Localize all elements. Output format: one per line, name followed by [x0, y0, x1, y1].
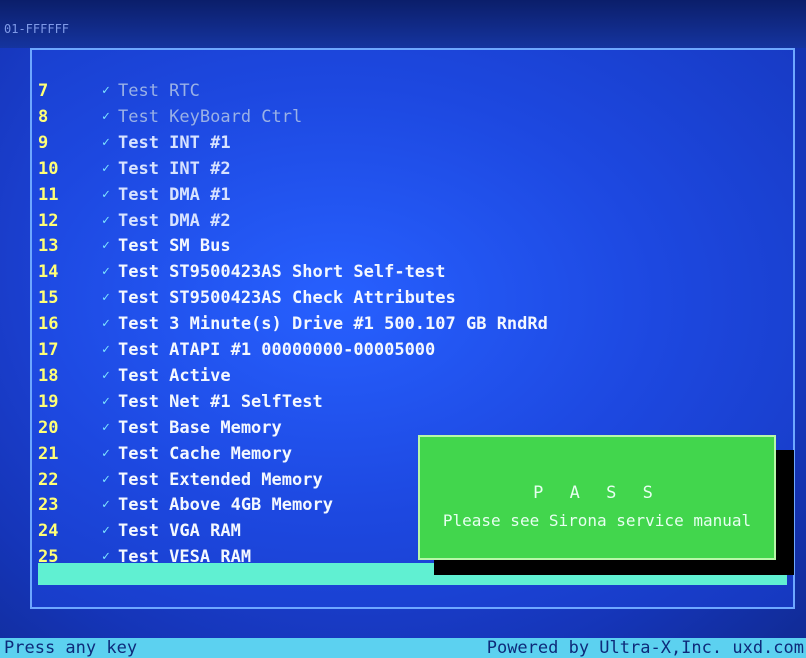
top-bar: 01-FFFFFF: [0, 0, 806, 48]
pass-message: Please see Sirona service manual: [442, 511, 752, 530]
test-number: 14: [38, 262, 59, 283]
checkmark-icon: ✓: [102, 523, 110, 539]
test-row: 15 ✓ Test ST9500423AS Check Attributes: [32, 285, 592, 311]
test-number: 22: [38, 469, 59, 490]
test-number: 11: [38, 184, 59, 205]
test-row: 19 ✓ Test Net #1 SelfTest: [32, 389, 592, 415]
test-label: Test ST9500423AS Check Attributes: [118, 288, 456, 309]
test-row: 17 ✓ Test ATAPI #1 00000000-00005000: [32, 337, 592, 363]
screen-frame: 01-FFFFFF 7 ✓ Test RTC 8 ✓ Test KeyBoard Ctrl…: [0, 0, 806, 658]
test-number: 18: [38, 365, 59, 386]
test-number: 20: [38, 417, 59, 438]
test-row: 9 ✓ Test INT #1: [32, 130, 592, 156]
test-label: Test RTC: [118, 81, 200, 101]
checkmark-icon: ✓: [102, 134, 110, 150]
test-label: Test INT #2: [118, 158, 231, 179]
test-label: Test SM Bus: [118, 236, 231, 257]
test-label: Test VGA RAM: [118, 521, 241, 542]
test-number: 21: [38, 443, 59, 464]
test-row: 13 ✓ Test SM Bus: [32, 233, 592, 259]
test-number: 23: [38, 495, 59, 516]
test-label: Test ATAPI #1 00000000-00005000: [118, 340, 436, 360]
checkmark-icon: ✓: [102, 342, 110, 357]
test-row: 11 ✓ Test DMA #1: [32, 182, 592, 208]
test-label: Test DMA #2: [118, 210, 231, 231]
test-row: 16 ✓ Test 3 Minute(s) Drive #1 500.107 GB …: [32, 311, 592, 337]
test-number: 15: [38, 288, 59, 309]
checkmark-icon: ✓: [102, 160, 110, 176]
powered-by-text: Powered by Ultra-X,Inc. uxd.com: [486, 638, 804, 658]
checkmark-icon: ✓: [102, 186, 110, 202]
test-row: 7 ✓ Test RTC: [32, 78, 592, 104]
test-row: 18 ✓ Test Active: [32, 363, 592, 389]
test-label: Test Base Memory: [118, 417, 282, 438]
checkmark-icon: ✓: [102, 367, 110, 383]
checkmark-icon: ✓: [102, 238, 110, 254]
pass-result-box: P A S S Please see Sirona service manual: [418, 435, 776, 560]
checkmark-icon: ✓: [102, 83, 110, 98]
test-row: 14 ✓ Test ST9500423AS Short Self-test: [32, 259, 592, 285]
test-label: Test KeyBoard Ctrl: [118, 106, 303, 127]
test-number: 7: [38, 81, 49, 101]
test-number: 10: [38, 158, 59, 179]
test-number: 13: [38, 236, 59, 257]
checkmark-icon: ✓: [102, 445, 110, 461]
checkmark-icon: ✓: [102, 393, 110, 409]
pass-title: P A S S: [533, 483, 661, 503]
status-bar: Press any key Powered by Ultra-X,Inc. ux…: [0, 638, 806, 658]
test-row: 10 ✓ Test INT #2: [32, 156, 592, 182]
test-number: 8: [38, 106, 49, 127]
test-row: 8 ✓ Test KeyBoard Ctrl: [32, 104, 592, 130]
checkmark-icon: ✓: [102, 497, 110, 513]
test-label: Test Net #1 SelfTest: [118, 391, 323, 412]
checkmark-icon: ✓: [102, 264, 110, 280]
test-number: 24: [38, 521, 59, 542]
checkmark-icon: ✓: [102, 212, 110, 228]
test-label: Test 3 Minute(s) Drive #1 500.107 GB Rnd…: [118, 314, 548, 335]
test-label: Test Active: [118, 365, 231, 386]
test-row: 12 ✓ Test DMA #2: [32, 208, 592, 234]
test-number: 9: [38, 132, 49, 153]
corner-label: 01-FFFFFF: [4, 22, 70, 36]
test-label: Test Above 4GB Memory: [118, 495, 333, 516]
press-any-key-prompt[interactable]: Press any key: [4, 638, 137, 658]
test-panel: 7 ✓ Test RTC 8 ✓ Test KeyBoard Ctrl 9 ✓ Test INT…: [30, 48, 795, 609]
checkmark-icon: ✓: [102, 419, 110, 435]
test-label: Test Cache Memory: [118, 443, 292, 464]
test-number: 17: [38, 340, 59, 360]
checkmark-icon: ✓: [102, 108, 110, 124]
checkmark-icon: ✓: [102, 290, 110, 306]
test-label: Test DMA #1: [118, 184, 231, 205]
test-number: 16: [38, 314, 59, 335]
test-label: Test INT #1: [118, 132, 231, 153]
checkmark-icon: ✓: [102, 471, 110, 487]
test-number: 12: [38, 210, 59, 231]
test-number: 19: [38, 391, 59, 412]
test-label: Test ST9500423AS Short Self-test: [118, 262, 446, 283]
test-label: Test Extended Memory: [118, 469, 323, 490]
checkmark-icon: ✓: [102, 316, 110, 332]
